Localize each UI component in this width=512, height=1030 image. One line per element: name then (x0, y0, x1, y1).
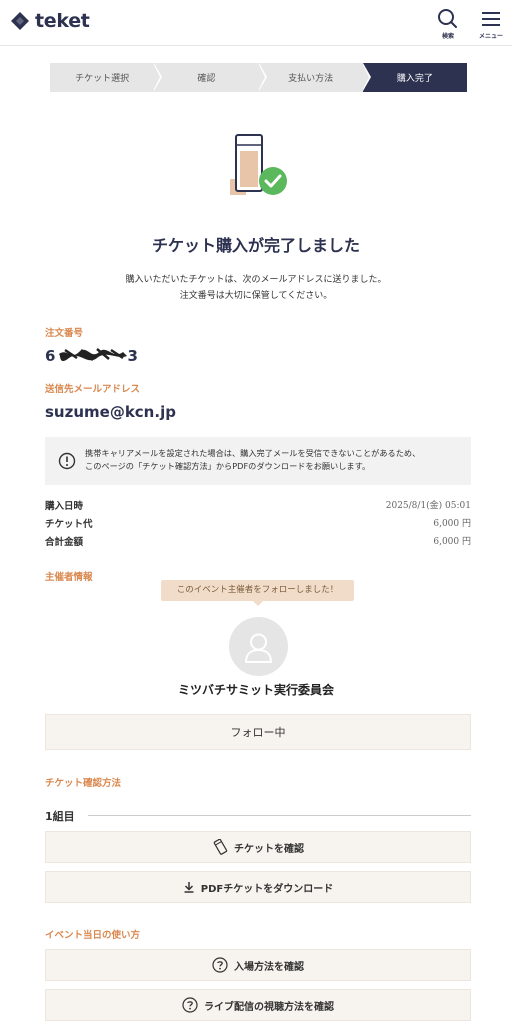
teket-logo[interactable]: teket (10, 10, 90, 32)
follow-tooltip: このイベント主催者をフォローしました！ (161, 580, 354, 606)
organizer-avatar[interactable] (229, 617, 288, 676)
question-circle-icon (212, 957, 228, 973)
redaction-scribble (59, 348, 127, 362)
desc-line-2: 注文番号は大切に保管してください。 (179, 291, 333, 301)
completion-title: チケット購入が完了しました (151, 236, 360, 255)
completion-description: 購入いただいたチケットは、次のメールアドレスに送りました。 注文番号は大切に保管… (0, 272, 512, 304)
ticket-complete-illustration (230, 134, 287, 195)
notice-line-2: このページの「チケット確認方法」からPDFのダウンロードをお願いします。 (85, 461, 371, 471)
carrier-mail-notice: 携帯キャリアメールを設定された場合は、購入完了メールを受信できないことがあるため… (45, 437, 471, 485)
search-button[interactable]: 検索 (430, 8, 466, 42)
row-value: 6,000 円 (433, 537, 471, 547)
live-stream-guide-button[interactable]: ライブ配信の視聴方法を確認 (45, 989, 471, 1021)
row-key: チケット代 (45, 519, 93, 530)
email-value: suzume@kcn.jp (45, 403, 176, 421)
organizer-name[interactable]: ミツバチサミット実行委員会 (0, 681, 512, 698)
purchase-steps: チケット選択 確認 支払い方法 購入完了 (50, 63, 467, 92)
following-button-label: フォロー中 (230, 726, 286, 739)
step-label: 購入完了 (396, 74, 433, 84)
row-value: 6,000 円 (433, 519, 471, 529)
row-value: 2025/8/1(金) 05:01 (385, 501, 471, 511)
order-number-prefix: 6 (45, 347, 56, 365)
hamburger-icon (482, 12, 500, 26)
organizer-label: 主催者情報 (45, 572, 93, 583)
ticket-check-label: チケット確認方法 (45, 778, 122, 789)
following-button[interactable]: フォロー中 (45, 714, 471, 750)
download-pdf-label: PDFチケットをダウンロード (200, 883, 334, 895)
menu-label: メニュー (478, 33, 503, 40)
event-day-label: イベント当日の使い方 (45, 930, 141, 941)
site-header: teket 検索 メニュー (0, 0, 512, 46)
user-icon (245, 633, 272, 663)
purchase-datetime-row: 購入日時 2025/8/1(金) 05:01 (45, 498, 471, 514)
view-ticket-button[interactable]: チケットを確認 (45, 831, 471, 863)
email-label: 送信先メールアドレス (45, 384, 141, 395)
desc-line-1: 購入いただいたチケットは、次のメールアドレスに送りました。 (125, 275, 387, 285)
step-complete: 購入完了 (362, 63, 467, 92)
search-icon (438, 9, 457, 28)
logo-text: teket (35, 10, 90, 32)
teket-logo-icon (11, 12, 29, 30)
step-payment: 支払い方法 (258, 63, 371, 92)
step-label: 確認 (197, 74, 216, 84)
entry-method-label: 入場方法を確認 (234, 961, 304, 973)
info-exclamation-icon (58, 452, 76, 470)
download-pdf-button[interactable]: PDFチケットをダウンロード (45, 871, 471, 903)
group-label: 1組目 (45, 810, 75, 823)
row-key: 合計金額 (45, 537, 84, 548)
total-amount-row: 合計金額 6,000 円 (45, 534, 471, 550)
search-label: 検索 (441, 33, 454, 40)
step-confirm: 確認 (154, 63, 267, 92)
order-number-label: 注文番号 (45, 328, 84, 339)
ticket-icon (213, 839, 228, 855)
notice-line-1: 携帯キャリアメールを設定された場合は、購入完了メールを受信できないことがあるため… (85, 448, 421, 458)
step-label: チケット選択 (75, 74, 130, 84)
question-circle-icon (182, 997, 198, 1013)
step-ticket-select: チケット選択 (50, 63, 163, 92)
live-stream-guide-label: ライブ配信の視聴方法を確認 (204, 1001, 334, 1013)
step-label: 支払い方法 (288, 74, 334, 84)
row-key: 購入日時 (45, 501, 84, 512)
ticket-price-row: チケット代 6,000 円 (45, 516, 471, 532)
menu-button[interactable]: メニュー (473, 8, 509, 42)
order-number-suffix: 3 (127, 347, 138, 365)
view-ticket-label: チケットを確認 (234, 843, 304, 855)
download-icon (184, 882, 194, 893)
group-divider (88, 815, 471, 816)
entry-method-button[interactable]: 入場方法を確認 (45, 949, 471, 981)
